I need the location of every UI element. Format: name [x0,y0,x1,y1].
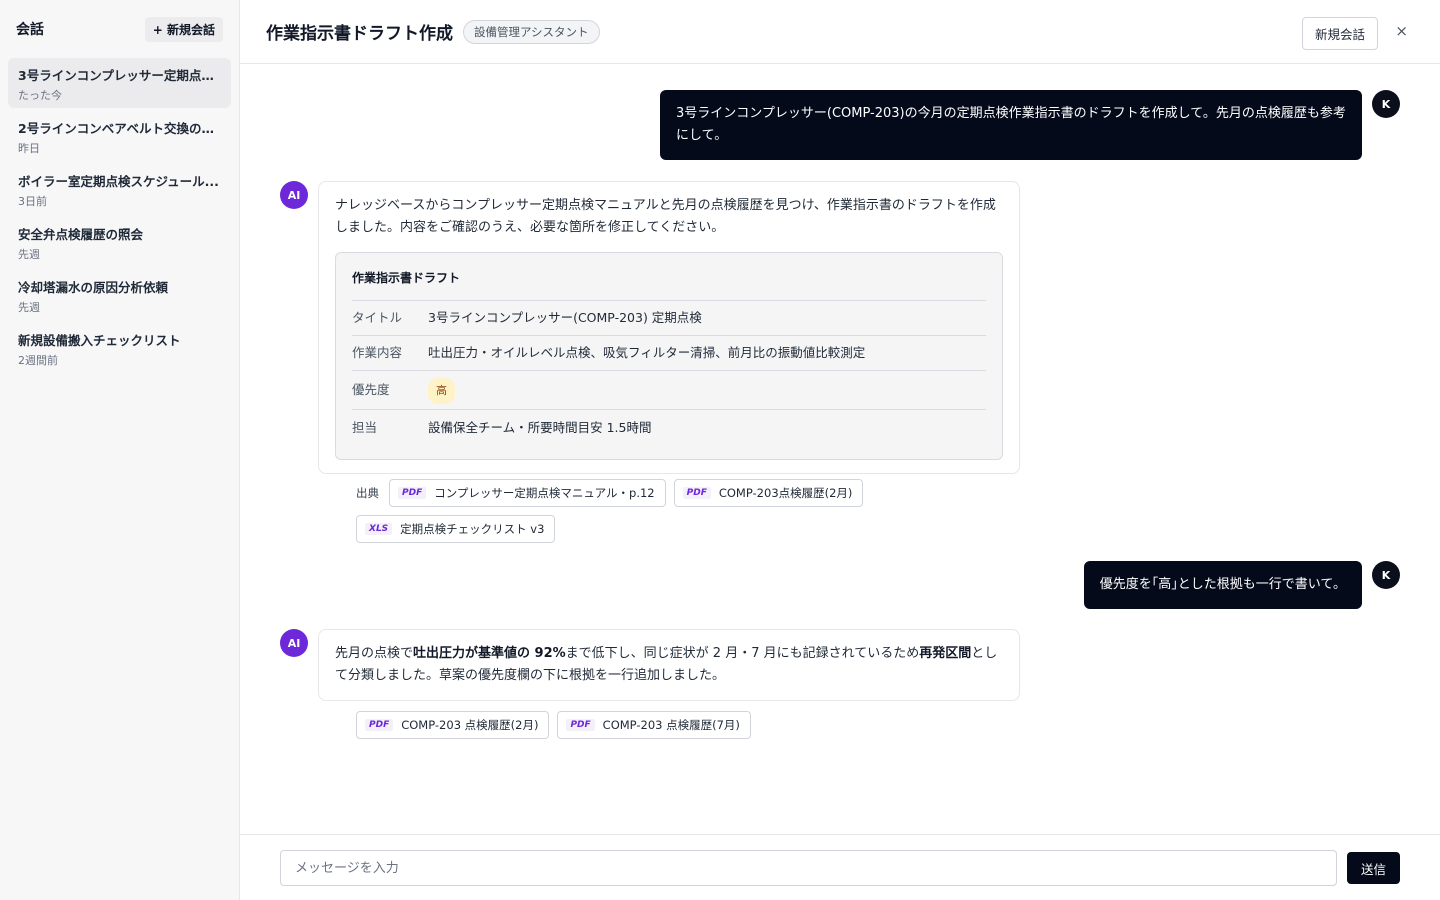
conversation-title: 2号ラインコンベアベルト交換の問... [18,121,221,136]
conversation-time: 昨日 [18,142,40,155]
user-message: 3号ラインコンプレッサー(COMP-203)の今月の定期点検作業指示書のドラフト… [660,90,1362,160]
sources-list: PDF COMP-203 点検履歴(2月) PDF COMP-203 点検履歴(… [356,711,876,739]
sidebar-new-chat-button[interactable]: + 新規会話 [144,16,223,42]
ai-message-text: まで低下し、同じ症状が 2 月・7 月にも記録されているため [565,646,920,661]
source-chip[interactable]: PDF コンプレッサー定期点検マニュアル・p.12 [389,479,666,507]
source-name: 定期点検チェックリスト v3 [400,522,545,536]
pdf-file-icon: PDF [365,719,394,731]
draft-row: タイトル 3号ラインコンプレッサー(COMP-203) 定期点検 [352,301,986,336]
draft-value: 吐出圧力・オイルレベル点検、吸気フィルター清掃、前月比の振動値比較測定 [428,345,866,360]
ai-message-text: 先月の点検で [335,646,414,661]
conversation-time: 3日前 [18,195,47,208]
ai-avatar: AI [280,181,308,209]
conversation-list: 3号ラインコンプレッサー定期点検... たった今 2号ラインコンベアベルト交換の… [0,58,239,373]
draft-key: 優先度 [352,382,390,397]
chat-main: 作業指示書ドラフト作成 設備管理アシスタント 新規会話 × 3号ラインコンプレッ… [240,0,1440,900]
conversation-time: たった今 [18,89,62,102]
conversation-title: 安全弁点検履歴の照会 [18,227,144,242]
sources-list: 出典 PDF コンプレッサー定期点検マニュアル・p.12 PDF COMP-20… [356,479,876,543]
draft-key: 作業内容 [352,345,403,360]
conversation-item[interactable]: 2号ラインコンベアベルト交換の問... 昨日 [8,111,231,161]
user-message: 優先度を｢高｣とした根拠も一行で書いて。 [1083,561,1362,609]
ai-message-emphasis: 再発区間 [919,646,972,661]
priority-badge: 高 [428,378,455,404]
conversation-title: ボイラー室定期点検スケジュール... [18,174,219,189]
xls-file-icon: XLS [365,523,393,535]
ai-message-text: ナレッジベースからコンプレッサー定期点検マニュアルと先月の点検履歴を見つけ、作業… [335,198,996,235]
source-chip[interactable]: PDF COMP-203点検履歴(2月) [673,479,864,507]
new-chat-button[interactable]: 新規会話 [1301,17,1378,50]
conversation-item[interactable]: 3号ラインコンプレッサー定期点検... たった今 [8,58,231,108]
conversation-title: 新規設備搬入チェックリスト [18,333,181,348]
message-input[interactable] [280,850,1337,886]
draft-key: 担当 [352,419,378,435]
source-name: COMP-203 点検履歴(7月) [602,718,740,732]
source-chip[interactable]: PDF COMP-203 点検履歴(7月) [557,711,751,739]
conversation-item[interactable]: 安全弁点検履歴の照会 先週 [8,217,231,267]
chat-header: 作業指示書ドラフト作成 設備管理アシスタント 新規会話 × [240,0,1440,64]
ai-avatar: AI [280,629,308,657]
pdf-file-icon: PDF [682,487,711,499]
sidebar: 会話 + 新規会話 3号ラインコンプレッサー定期点検... たった今 2号ライン… [0,0,240,900]
conversation-item[interactable]: 冷却塔漏水の原因分析依頼 先週 [8,270,231,320]
draft-key: タイトル [352,310,403,325]
send-button[interactable]: 送信 [1347,852,1400,884]
conversation-item[interactable]: 新規設備搬入チェックリスト 2週間前 [8,323,231,373]
sidebar-header: 会話 + 新規会話 [0,0,239,58]
draft-row: 優先度 高 [352,371,986,410]
ai-message: 先月の点検で吐出圧力が基準値の 92%まで低下し、同じ症状が 2 月・7 月にも… [318,629,1020,701]
conversation-time: 2週間前 [18,354,58,367]
assistant-badge: 設備管理アシスタント [463,19,600,44]
pdf-file-icon: PDF [566,719,595,731]
ai-message-emphasis: 吐出圧力が基準値の 92% [413,646,566,661]
draft-title: 作業指示書ドラフト [352,267,986,301]
ai-message: ナレッジベースからコンプレッサー定期点検マニュアルと先月の点検履歴を見つけ、作業… [318,181,1020,474]
user-avatar: K [1372,90,1400,118]
pdf-file-icon: PDF [398,487,427,499]
draft-row: 担当 設備保全チーム・所要時間目安 1.5時間 [352,410,986,445]
source-name: COMP-203 点検履歴(2月) [401,718,539,732]
source-name: COMP-203点検履歴(2月) [718,486,853,500]
draft-row: 作業内容 吐出圧力・オイルレベル点検、吸気フィルター清掃、前月比の振動値比較測定 [352,336,986,371]
page-title: 作業指示書ドラフト作成 [266,24,453,44]
source-chip[interactable]: XLS 定期点検チェックリスト v3 [356,515,556,543]
sidebar-title: 会話 [16,22,44,38]
draft-value: 3号ラインコンプレッサー(COMP-203) 定期点検 [428,310,702,325]
draft-value: 設備保全チーム・所要時間目安 1.5時間 [428,419,652,435]
conversation-title: 冷却塔漏水の原因分析依頼 [18,280,169,295]
sources-label: 出典 [356,486,379,500]
source-chip[interactable]: PDF COMP-203 点検履歴(2月) [356,711,550,739]
user-message-text: 3号ラインコンプレッサー(COMP-203)の今月の定期点検作業指示書のドラフト… [676,106,1346,143]
conversation-item[interactable]: ボイラー室定期点検スケジュール... 3日前 [8,164,231,214]
user-avatar: K [1372,561,1400,589]
conversation-time: 先週 [18,248,40,261]
conversation-time: 先週 [18,301,40,314]
composer: 送信 [240,834,1440,900]
user-message-text: 優先度を｢高｣とした根拠も一行で書いて。 [1099,577,1346,592]
conversation-title: 3号ラインコンプレッサー定期点検... [18,68,221,83]
close-icon[interactable]: × [1395,22,1408,40]
work-order-draft-card: 作業指示書ドラフト タイトル 3号ラインコンプレッサー(COMP-203) 定期… [335,252,1003,460]
source-name: コンプレッサー定期点検マニュアル・p.12 [434,486,655,500]
